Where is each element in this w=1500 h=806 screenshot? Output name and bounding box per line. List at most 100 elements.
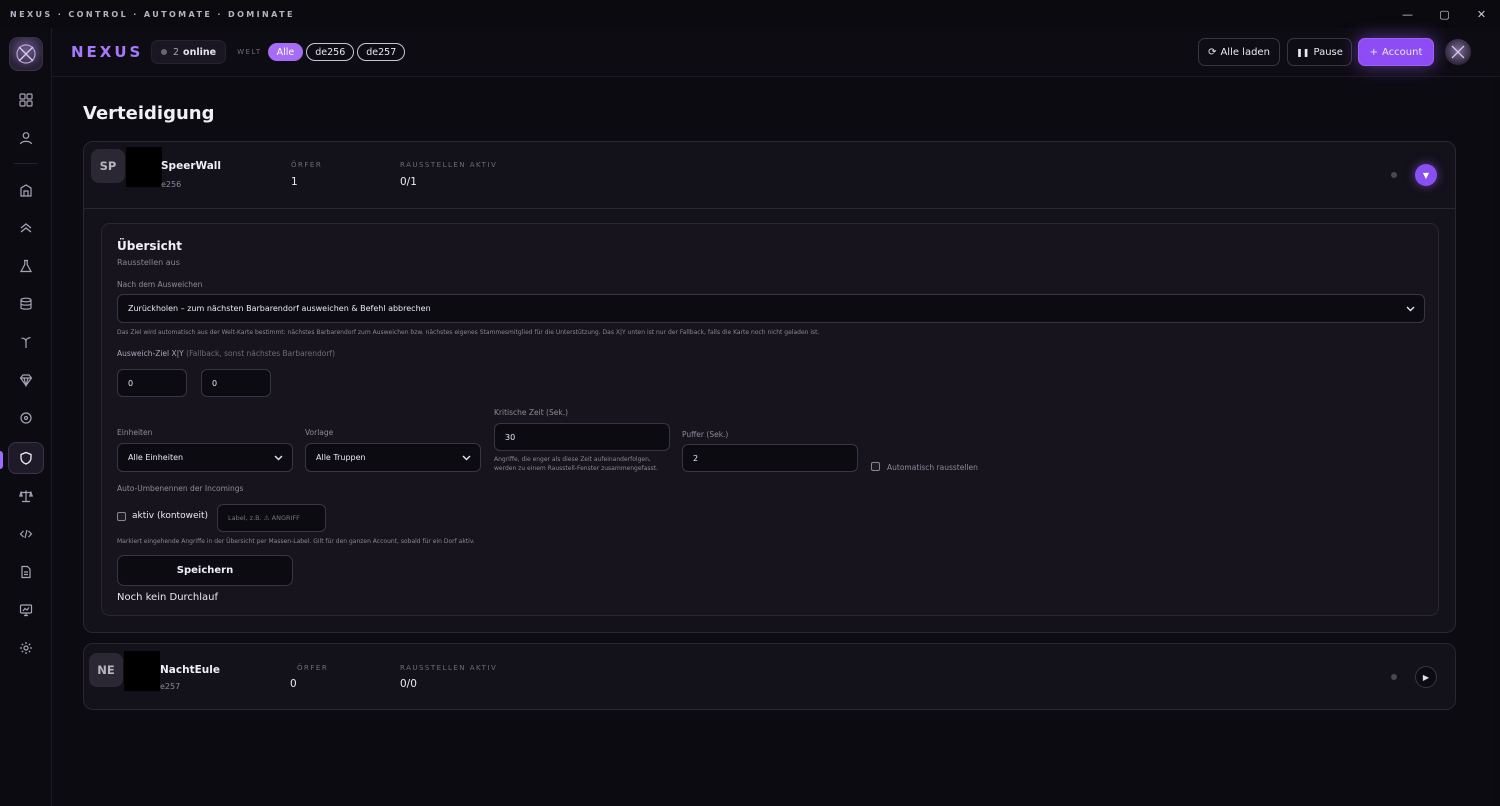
- auto-evade-checkbox[interactable]: [871, 462, 880, 471]
- evade-target-label: Ausweich-Ziel X|Y (Fallback, sonst nächs…: [117, 349, 335, 358]
- sidebar-item-storage[interactable]: [8, 288, 44, 320]
- gear-icon: [20, 642, 32, 654]
- evade-target-hint: (Fallback, sonst nächstes Barbarendorf): [186, 349, 335, 358]
- expand-button[interactable]: ▶: [1415, 666, 1437, 688]
- target-x-input[interactable]: 0: [117, 369, 187, 397]
- app-title: NEXUS · CONTROL · AUTOMATE · DOMINATE: [10, 9, 295, 19]
- load-all-button[interactable]: ⟳ Alle laden: [1198, 38, 1280, 66]
- user-avatar[interactable]: [1445, 39, 1471, 65]
- plus-icon: +: [1369, 46, 1378, 58]
- rename-hint: Markiert eingehende Angriffe in der Über…: [117, 538, 475, 545]
- sidebar-item-upgrade[interactable]: [8, 212, 44, 244]
- user-icon: [19, 132, 33, 145]
- sidebar-item-defense[interactable]: [8, 442, 44, 474]
- pause-icon: ❚❚: [1296, 47, 1310, 57]
- sidebar-item-buildings[interactable]: [8, 174, 44, 206]
- sidebar-item-research[interactable]: [8, 250, 44, 282]
- evade-active-value: 0/1: [400, 176, 417, 188]
- brand-logo-text: NEXUS: [71, 43, 144, 61]
- evade-active-value: 0/0: [400, 678, 417, 690]
- logo-icon: [16, 44, 36, 64]
- after-evade-select[interactable]: Zurückholen – zum nächsten Barbarendorf …: [117, 294, 1425, 323]
- status-dot: [1391, 172, 1397, 178]
- sidebar-item-scripts[interactable]: [8, 518, 44, 550]
- pause-button[interactable]: ❚❚ Pause: [1287, 38, 1352, 66]
- maximize-button[interactable]: ▢: [1426, 0, 1463, 28]
- account-world: e256: [161, 180, 182, 189]
- refresh-icon: ⟳: [1208, 46, 1217, 58]
- account-name: SpeerWall: [161, 160, 221, 172]
- redacted-block: [124, 651, 160, 691]
- world-chip-de257[interactable]: de257: [357, 43, 406, 61]
- add-account-button[interactable]: + Account: [1358, 38, 1434, 66]
- overview-panel: Übersicht Rausstellen aus Nach dem Auswe…: [101, 223, 1439, 616]
- monitor-chart-icon: [19, 604, 33, 617]
- redacted-block: [126, 147, 162, 187]
- card-divider: [84, 208, 1455, 209]
- critical-time-hint-2: werden zu einem Rausstell-Fenster zusamm…: [494, 465, 658, 472]
- world-chip-de256[interactable]: de256: [306, 43, 355, 61]
- critical-time-label: Kritische Zeit (Sek.): [494, 408, 569, 417]
- minimize-button[interactable]: —: [1389, 0, 1426, 28]
- sidebar-item-target[interactable]: [8, 402, 44, 434]
- target-y-value: 0: [212, 378, 218, 388]
- account-card-header[interactable]: NE NachtEule e257 ÖRFER 0 RAUSSTELLEN AK…: [84, 644, 1455, 710]
- sidebar-item-accounts[interactable]: [8, 122, 44, 154]
- evade-active-label: RAUSSTELLEN AKTIV: [400, 161, 498, 169]
- sidebar-item-balance[interactable]: [8, 480, 44, 512]
- buffer-value: 2: [693, 453, 699, 463]
- chevron-down-icon: [274, 455, 283, 460]
- target-y-input[interactable]: 0: [201, 369, 271, 397]
- play-icon: ▶: [1422, 672, 1430, 682]
- shield-icon: [20, 451, 32, 465]
- building-icon: [20, 184, 32, 197]
- sidebar-item-monitor[interactable]: [8, 594, 44, 626]
- rename-label-input[interactable]: [217, 504, 326, 532]
- collapse-button[interactable]: ▼: [1415, 164, 1437, 186]
- online-dot-icon: [161, 49, 167, 55]
- last-run-status: Noch kein Durchlauf: [117, 592, 219, 603]
- after-evade-value: Zurückholen – zum nächsten Barbarendorf …: [128, 304, 431, 313]
- sidebar-item-premium[interactable]: [8, 364, 44, 396]
- scrollbar[interactable]: [1492, 77, 1500, 806]
- critical-time-hint-1: Angriffe, die enger als diese Zeit aufei…: [494, 456, 651, 463]
- units-select[interactable]: Alle Einheiten: [117, 443, 293, 472]
- app-logo[interactable]: [9, 37, 43, 71]
- document-icon: [21, 565, 31, 579]
- save-button[interactable]: Speichern: [117, 555, 293, 586]
- sidebar-item-dashboard[interactable]: [8, 84, 44, 116]
- sidebar-item-settings[interactable]: [8, 632, 44, 664]
- account-card-header[interactable]: SP SpeerWall e256 ÖRFER 1 RAUSSTELLEN AK…: [84, 142, 1455, 208]
- grid-icon: [19, 93, 33, 107]
- code-icon: [19, 529, 33, 539]
- online-status-pill: 2 online: [151, 40, 227, 64]
- template-value: Alle Truppen: [316, 453, 366, 462]
- account-card: NE NachtEule e257 ÖRFER 0 RAUSSTELLEN AK…: [83, 643, 1456, 710]
- after-evade-label: Nach dem Ausweichen: [117, 280, 203, 289]
- window-titlebar: NEXUS · CONTROL · AUTOMATE · DOMINATE — …: [0, 0, 1500, 28]
- critical-time-value: 30: [505, 432, 516, 442]
- sidebar-item-farm[interactable]: [8, 326, 44, 358]
- flask-icon: [19, 259, 33, 273]
- world-filter-label: WELT: [237, 48, 262, 56]
- rename-active-checkbox[interactable]: [117, 512, 126, 521]
- sidebar-item-logs[interactable]: [8, 556, 44, 588]
- account-name: NachtEule: [160, 664, 220, 676]
- sprout-icon: [21, 337, 31, 348]
- scale-icon: [19, 490, 33, 503]
- auto-rename-label: Auto-Umbenennen der Incomings: [117, 484, 244, 493]
- close-button[interactable]: ✕: [1463, 0, 1500, 28]
- chevron-down-icon: [1406, 306, 1415, 311]
- database-icon: [20, 297, 32, 310]
- add-account-label: Account: [1382, 46, 1423, 58]
- diamond-icon: [19, 374, 33, 387]
- online-count: 2: [173, 46, 180, 58]
- overview-status: Rausstellen aus: [117, 258, 180, 267]
- pause-label: Pause: [1313, 46, 1343, 58]
- sidebar-divider: [14, 163, 38, 164]
- world-chip-all[interactable]: Alle: [267, 43, 304, 61]
- critical-time-input[interactable]: 30: [494, 423, 670, 451]
- load-all-label: Alle laden: [1220, 46, 1270, 58]
- template-select[interactable]: Alle Truppen: [305, 443, 481, 472]
- buffer-input[interactable]: 2: [682, 444, 858, 472]
